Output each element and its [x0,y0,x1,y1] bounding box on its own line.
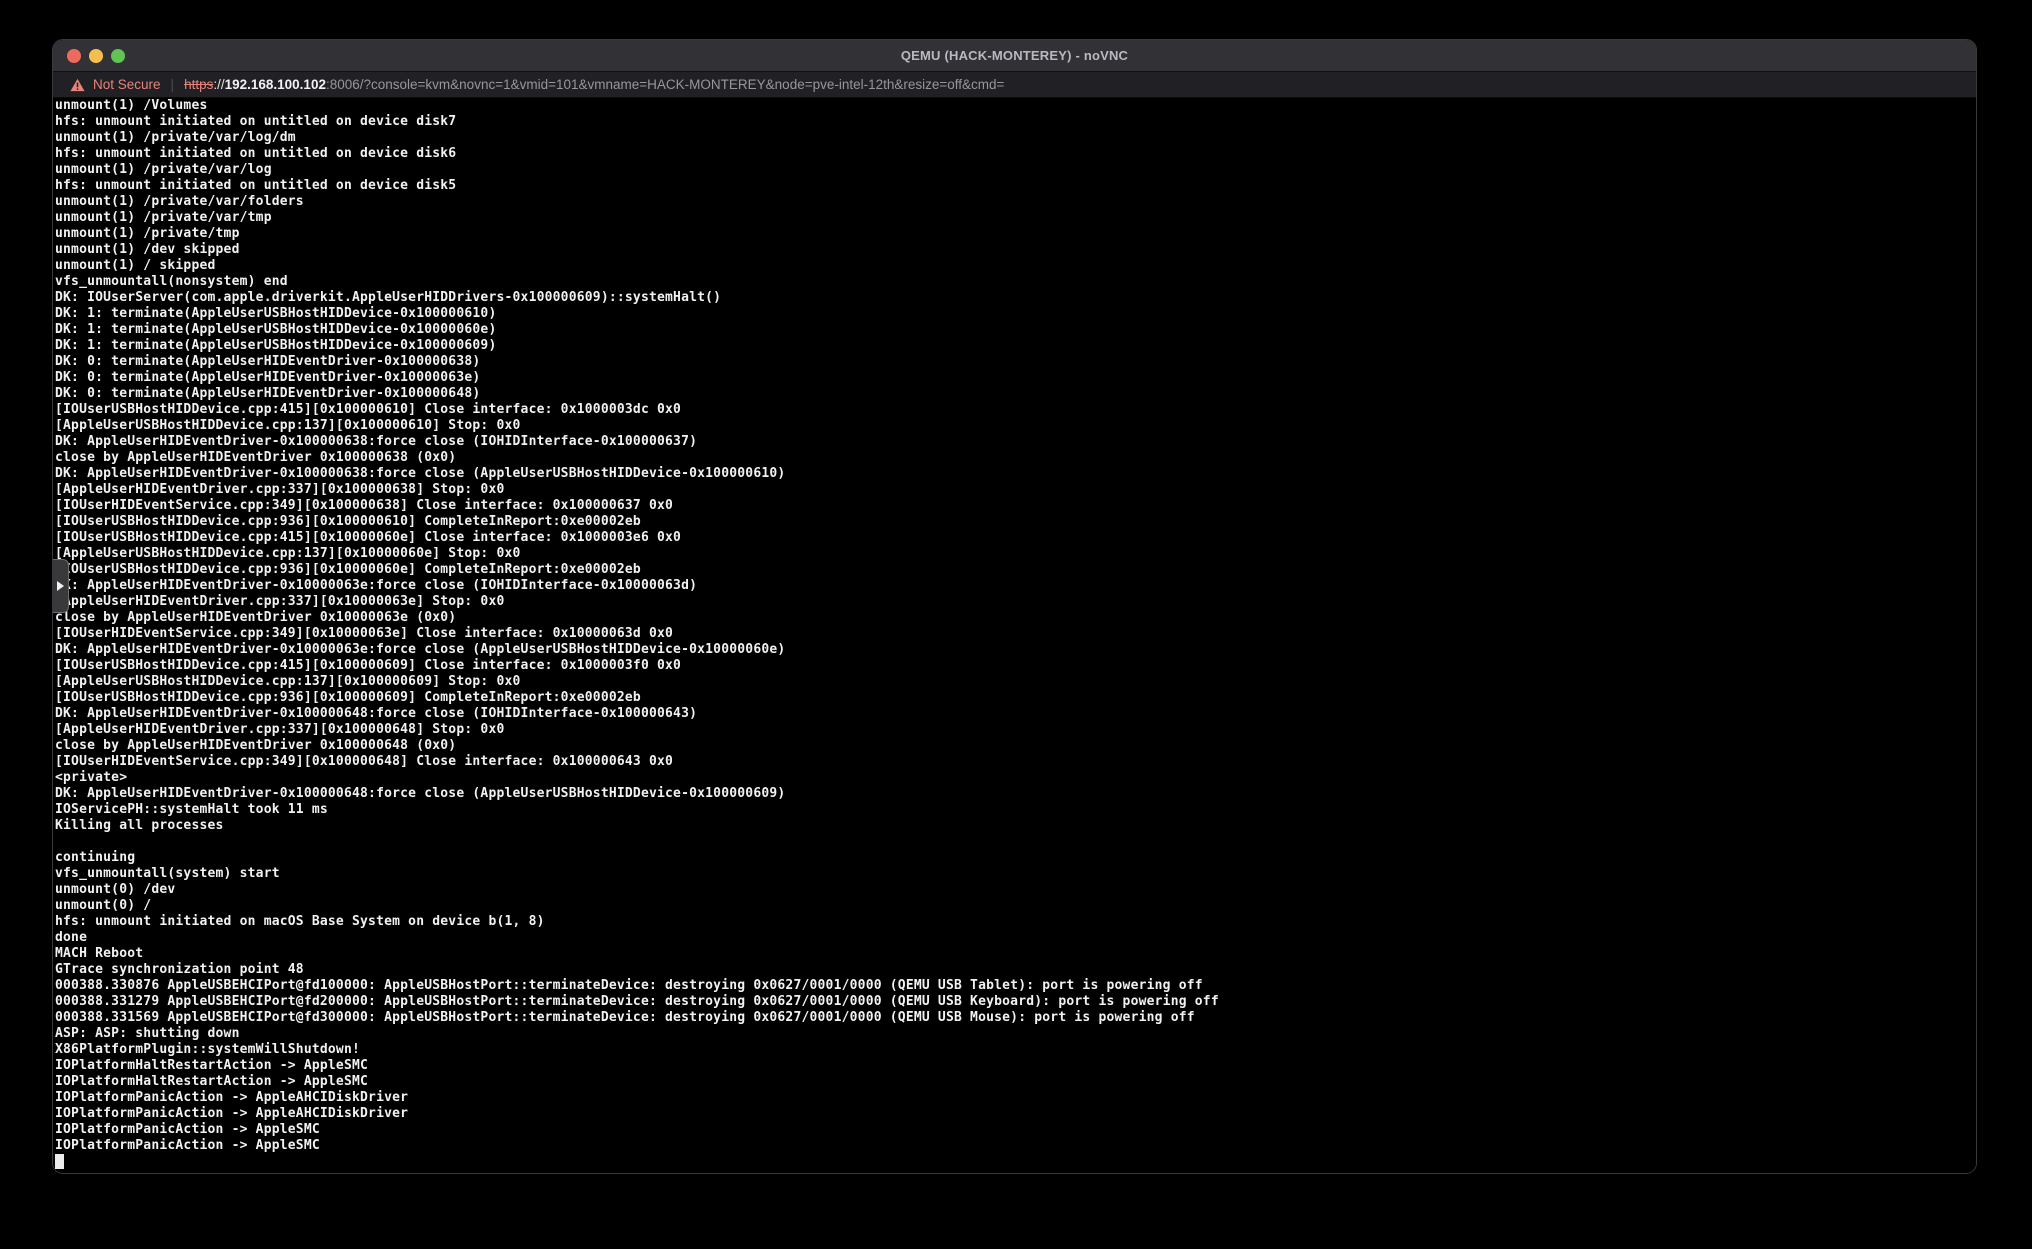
terminal-line: vfs_unmountall(nonsystem) end [55,274,1219,290]
terminal-line: [IOUserUSBHostHIDDevice.cpp:415][0x10000… [55,402,1219,418]
terminal-line: IOPlatformPanicAction -> AppleAHCIDiskDr… [55,1106,1219,1122]
url-scheme: https [184,77,213,92]
novnc-viewport: unmount(1) /Volumeshfs: unmount initiate… [53,98,1976,1174]
terminal-line: IOPlatformPanicAction -> AppleSMC [55,1122,1219,1138]
terminal-cursor [55,1154,64,1169]
terminal-line: [AppleUserUSBHostHIDDevice.cpp:137][0x10… [55,546,1219,562]
terminal-line: IOPlatformHaltRestartAction -> AppleSMC [55,1058,1219,1074]
terminal-line [55,834,1219,850]
terminal-line: 000388.330876 AppleUSBEHCIPort@fd100000:… [55,978,1219,994]
terminal-line: unmount(1) /private/var/tmp [55,210,1219,226]
terminal-line: hfs: unmount initiated on untitled on de… [55,114,1219,130]
terminal-line: [AppleUserHIDEventDriver.cpp:337][0x1000… [55,482,1219,498]
terminal-line: DK: 0: terminate(AppleUserHIDEventDriver… [55,354,1219,370]
traffic-lights [67,40,125,71]
terminal-line: hfs: unmount initiated on untitled on de… [55,178,1219,194]
url-text[interactable]: https://192.168.100.102:8006/?console=kv… [184,77,1004,92]
terminal-line: close by AppleUserHIDEventDriver 0x10000… [55,450,1219,466]
terminal-line: hfs: unmount initiated on macOS Base Sys… [55,914,1219,930]
novnc-control-bar-handle[interactable] [53,559,69,613]
terminal-line: 000388.331279 AppleUSBEHCIPort@fd200000:… [55,994,1219,1010]
terminal-line: Killing all processes [55,818,1219,834]
terminal-line: DK: 1: terminate(AppleUserUSBHostHIDDevi… [55,306,1219,322]
terminal-line: [IOUserUSBHostHIDDevice.cpp:936][0x10000… [55,562,1219,578]
urlbar-divider: | [171,77,175,92]
url-host: 192.168.100.102 [225,77,326,92]
terminal-line: [IOUserHIDEventService.cpp:349][0x100000… [55,498,1219,514]
terminal-line: [AppleUserHIDEventDriver.cpp:337][0x1000… [55,594,1219,610]
terminal-line: DK: AppleUserHIDEventDriver-0x100000638:… [55,466,1219,482]
terminal-output[interactable]: unmount(1) /Volumeshfs: unmount initiate… [55,98,1219,1169]
url-path: :8006/?console=kvm&novnc=1&vmid=101&vmna… [326,77,1004,92]
terminal-line: hfs: unmount initiated on untitled on de… [55,146,1219,162]
terminal-line: DK: 0: terminate(AppleUserHIDEventDriver… [55,370,1219,386]
terminal-line: [AppleUserUSBHostHIDDevice.cpp:137][0x10… [55,418,1219,434]
terminal-line: IOServicePH::systemHalt took 11 ms [55,802,1219,818]
terminal-line: vfs_unmountall(system) start [55,866,1219,882]
terminal-line: unmount(1) /private/var/folders [55,194,1219,210]
terminal-line: DK: 1: terminate(AppleUserUSBHostHIDDevi… [55,322,1219,338]
zoom-window-button[interactable] [111,49,125,63]
terminal-line: close by AppleUserHIDEventDriver 0x10000… [55,610,1219,626]
terminal-line: unmount(0) / [55,898,1219,914]
terminal-line: X86PlatformPlugin::systemWillShutdown! [55,1042,1219,1058]
browser-window: QEMU (HACK-MONTEREY) - noVNC Not Secure … [52,39,1977,1174]
terminal-line: DK: 1: terminate(AppleUserUSBHostHIDDevi… [55,338,1219,354]
terminal-line: DK: AppleUserHIDEventDriver-0x100000648:… [55,706,1219,722]
close-window-button[interactable] [67,49,81,63]
terminal-line: [IOUserHIDEventService.cpp:349][0x100000… [55,754,1219,770]
terminal-line: GTrace synchronization point 48 [55,962,1219,978]
chevron-right-icon [57,581,64,591]
terminal-line: unmount(1) /private/var/log/dm [55,130,1219,146]
terminal-line: [IOUserHIDEventService.cpp:349][0x100000… [55,626,1219,642]
browser-url-bar[interactable]: Not Secure | https://192.168.100.102:800… [53,72,1976,98]
terminal-line: done [55,930,1219,946]
terminal-line: 000388.331569 AppleUSBEHCIPort@fd300000:… [55,1010,1219,1026]
terminal-line: unmount(1) /dev skipped [55,242,1219,258]
terminal-line: [IOUserUSBHostHIDDevice.cpp:415][0x10000… [55,658,1219,674]
terminal-line: unmount(1) /private/var/log [55,162,1219,178]
not-secure-label: Not Secure [93,77,161,92]
url-scheme-separator: :// [213,77,224,92]
terminal-line: unmount(1) /Volumes [55,98,1219,114]
terminal-line: DK: AppleUserHIDEventDriver-0x100000648:… [55,786,1219,802]
minimize-window-button[interactable] [89,49,103,63]
terminal-line: [IOUserUSBHostHIDDevice.cpp:415][0x10000… [55,530,1219,546]
window-titlebar: QEMU (HACK-MONTEREY) - noVNC [53,40,1976,72]
terminal-line: <private> [55,770,1219,786]
terminal-line: DK: AppleUserHIDEventDriver-0x10000063e:… [55,578,1219,594]
terminal-line: [AppleUserUSBHostHIDDevice.cpp:137][0x10… [55,674,1219,690]
terminal-line: unmount(0) /dev [55,882,1219,898]
terminal-line: [IOUserUSBHostHIDDevice.cpp:936][0x10000… [55,514,1219,530]
window-title: QEMU (HACK-MONTEREY) - noVNC [53,48,1976,63]
warning-triangle-icon [70,78,85,92]
terminal-line: DK: AppleUserHIDEventDriver-0x10000063e:… [55,642,1219,658]
terminal-line: unmount(1) /private/tmp [55,226,1219,242]
terminal-line: ASP: ASP: shutting down [55,1026,1219,1042]
terminal-line: DK: IOUserServer(com.apple.driverkit.App… [55,290,1219,306]
terminal-line: MACH Reboot [55,946,1219,962]
terminal-line: [IOUserUSBHostHIDDevice.cpp:936][0x10000… [55,690,1219,706]
terminal-line: continuing [55,850,1219,866]
terminal-line: IOPlatformPanicAction -> AppleSMC [55,1138,1219,1154]
terminal-line: DK: AppleUserHIDEventDriver-0x100000638:… [55,434,1219,450]
terminal-line: unmount(1) / skipped [55,258,1219,274]
terminal-line: [AppleUserHIDEventDriver.cpp:337][0x1000… [55,722,1219,738]
terminal-line: IOPlatformHaltRestartAction -> AppleSMC [55,1074,1219,1090]
terminal-line: close by AppleUserHIDEventDriver 0x10000… [55,738,1219,754]
terminal-line: DK: 0: terminate(AppleUserHIDEventDriver… [55,386,1219,402]
terminal-line: IOPlatformPanicAction -> AppleAHCIDiskDr… [55,1090,1219,1106]
screen-background: QEMU (HACK-MONTEREY) - noVNC Not Secure … [0,0,2032,1249]
